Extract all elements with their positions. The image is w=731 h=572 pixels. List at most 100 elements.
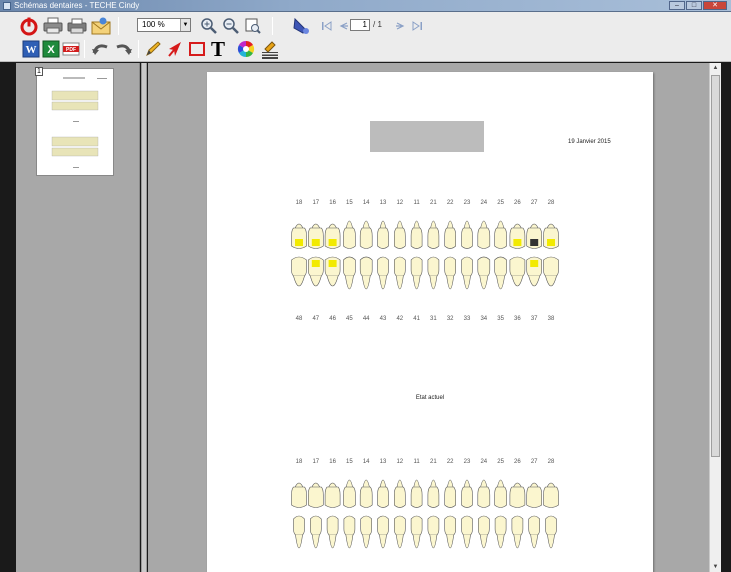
tooth-crown-23-lower bbox=[461, 515, 473, 536]
tooth-number-26: 26 bbox=[514, 200, 521, 206]
tooth-root-38 bbox=[545, 275, 557, 287]
export-pdf-button[interactable]: PDF bbox=[60, 38, 82, 60]
zoom-in-button[interactable] bbox=[198, 15, 220, 37]
email-button[interactable] bbox=[90, 15, 112, 37]
tooth-root-36 bbox=[511, 275, 524, 287]
tooth-number-16: 16 bbox=[329, 459, 336, 465]
tooth-number-12: 12 bbox=[396, 459, 403, 465]
filling-mark-16 bbox=[328, 239, 337, 246]
tooth-number-42: 42 bbox=[396, 316, 403, 322]
tooth-root-42 bbox=[396, 275, 404, 290]
tooth-crown-12 bbox=[394, 486, 406, 508]
tooth-root-27-lower bbox=[530, 534, 538, 549]
tooth-number-23: 23 bbox=[464, 459, 471, 465]
filling-mark-28 bbox=[547, 239, 555, 246]
filling-mark-46 bbox=[328, 260, 337, 267]
tooth-crown-35 bbox=[494, 256, 507, 277]
redo-button[interactable] bbox=[112, 38, 134, 60]
undo-button[interactable] bbox=[90, 38, 112, 60]
tooth-root-46 bbox=[326, 275, 339, 287]
export-word-button[interactable]: W bbox=[20, 38, 42, 60]
tooth-number-22: 22 bbox=[447, 459, 454, 465]
text-tool-button[interactable]: T bbox=[207, 38, 229, 60]
tooth-root-37 bbox=[528, 275, 540, 287]
window-controls: – □ ✕ bbox=[669, 1, 727, 10]
tooth-number-17: 17 bbox=[312, 459, 319, 465]
export-excel-button[interactable]: X bbox=[40, 38, 62, 60]
window-title: Schémas dentaires - TECHE Cindy bbox=[14, 1, 140, 10]
tooth-root-33 bbox=[463, 275, 471, 290]
tooth-crown-17-lower bbox=[310, 515, 322, 536]
rectangle-tool-button[interactable] bbox=[186, 38, 208, 60]
tooth-number-36: 36 bbox=[514, 316, 521, 322]
chevron-down-icon[interactable]: ▼ bbox=[180, 19, 190, 31]
zoom-select[interactable]: 100 % ▼ bbox=[137, 18, 191, 32]
tooth-crown-34 bbox=[477, 256, 491, 277]
tooth-number-13: 13 bbox=[380, 459, 387, 465]
dental-chart-planned: 18 17 16 15 14 13 12 11 21 22 23 24 25 26 27 28 bbox=[291, 459, 559, 549]
printer-icon bbox=[43, 17, 63, 34]
document-page: 19 Janvier 2015 18 17 16 15 14 13 12 11 21 22 23 24… bbox=[207, 72, 653, 572]
scroll-down-icon[interactable]: ▼ bbox=[710, 562, 721, 572]
tooth-crown-18 bbox=[291, 486, 307, 508]
tooth-root-28-lower bbox=[547, 534, 555, 549]
page-number-input[interactable]: 1 bbox=[350, 19, 370, 31]
tooth-crown-13 bbox=[377, 486, 389, 508]
previous-page-icon bbox=[339, 22, 348, 30]
tooth-root-23-lower bbox=[463, 534, 471, 549]
filling-mark-47 bbox=[311, 260, 320, 267]
tooth-crown-22-lower bbox=[444, 515, 456, 536]
tooth-root-13-lower bbox=[379, 534, 387, 549]
tooth-number-33: 33 bbox=[464, 316, 471, 322]
toolbar-row-2: W X PDF T bbox=[0, 37, 731, 61]
power-button[interactable] bbox=[18, 15, 40, 37]
maximize-button[interactable]: □ bbox=[686, 1, 702, 10]
tooth-number-37: 37 bbox=[531, 316, 538, 322]
tooth-crown-25 bbox=[494, 486, 507, 508]
tooth-crown-14-lower bbox=[360, 515, 372, 536]
tooth-root-24-lower bbox=[480, 534, 488, 549]
tooth-root-17-lower bbox=[312, 534, 320, 549]
fit-page-button[interactable] bbox=[242, 15, 264, 37]
arrow-tool-button[interactable] bbox=[164, 38, 186, 60]
redacted-patient-name bbox=[370, 121, 484, 152]
tooth-crown-48 bbox=[291, 256, 307, 277]
filling-mark-27 bbox=[530, 239, 539, 246]
print-preview-button[interactable] bbox=[66, 15, 88, 37]
filling-mark-37 bbox=[530, 260, 539, 267]
scroll-up-icon[interactable]: ▲ bbox=[710, 63, 721, 73]
pencil-tool-button[interactable] bbox=[142, 38, 164, 60]
tooth-number-12: 12 bbox=[396, 200, 403, 206]
close-button[interactable]: ✕ bbox=[703, 1, 727, 10]
tooth-crown-24 bbox=[477, 227, 491, 249]
tooth-number-26: 26 bbox=[514, 459, 521, 465]
tooth-crown-31 bbox=[427, 256, 440, 277]
tooth-crown-15 bbox=[343, 486, 356, 508]
zoom-out-button[interactable] bbox=[220, 15, 242, 37]
tooth-crown-18-lower bbox=[293, 515, 305, 536]
tooth-number-23: 23 bbox=[464, 200, 471, 206]
tooth-root-44 bbox=[361, 275, 371, 290]
tooth-crown-12-lower bbox=[394, 515, 406, 536]
redo-icon bbox=[116, 44, 132, 55]
line-width-button[interactable] bbox=[259, 38, 281, 60]
tooth-crown-25-lower bbox=[494, 515, 507, 536]
vertical-scrollbar[interactable]: ▲ ▼ bbox=[709, 63, 721, 572]
hand-tool-button[interactable] bbox=[290, 15, 312, 37]
page-thumbnail[interactable] bbox=[36, 68, 114, 176]
tooth-crown-21 bbox=[427, 227, 440, 249]
minimize-button[interactable]: – bbox=[669, 1, 685, 10]
tooth-number-48: 48 bbox=[296, 316, 303, 322]
zoom-value: 100 % bbox=[142, 20, 165, 29]
color-picker-button[interactable] bbox=[235, 38, 257, 60]
tooth-number-46: 46 bbox=[329, 316, 336, 322]
toolbar-separator bbox=[84, 40, 85, 58]
tooth-number-18: 18 bbox=[296, 200, 303, 206]
envelope-icon bbox=[91, 17, 111, 35]
last-page-button[interactable] bbox=[406, 15, 428, 37]
tooth-root-22-lower bbox=[446, 534, 454, 549]
print-button[interactable] bbox=[42, 15, 64, 37]
tooth-root-48 bbox=[293, 275, 305, 287]
scrollbar-thumb[interactable] bbox=[711, 75, 720, 457]
panel-splitter[interactable] bbox=[141, 63, 147, 572]
